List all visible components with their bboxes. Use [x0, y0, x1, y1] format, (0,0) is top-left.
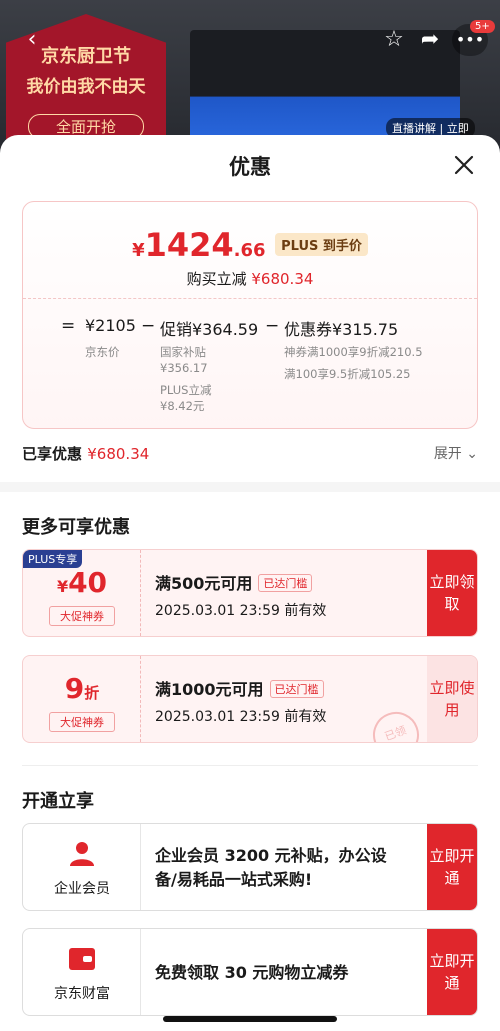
coupon-sub-2: 满100享9.5折减105.25 [284, 367, 411, 381]
jd-price: ¥2105 [85, 316, 136, 335]
discount-sheet: 优惠 ¥1424.66 PLUS 到手价 购买立减 ¥680.34 = ¥210… [0, 135, 500, 1031]
member-card-enterprise: 企业会员 企业会员 3200 元补贴，办公设 备/易耗品一站式采购! 立即开通 [22, 823, 478, 911]
promo-sub-2: PLUS立减 [160, 383, 212, 397]
member-card-jd-finance: 京东财富 免费领取 30 元购物立减券 立即开通 [22, 928, 478, 1016]
section-gap [0, 482, 500, 492]
home-indicator [163, 1016, 337, 1022]
wallet-icon [69, 948, 95, 970]
coupon-sub-1: 神券满1000享9折减210.5 [284, 345, 423, 359]
expand-button[interactable]: 展开 ⌄ [434, 443, 478, 463]
use-coupon-button[interactable]: 立即使用 [427, 656, 477, 742]
promo-sub-1: 国家补贴 [160, 345, 206, 359]
plus-price-tag: PLUS 到手价 [275, 233, 368, 256]
favorite-star-icon[interactable]: ☆ [378, 24, 410, 56]
section-divider [22, 765, 478, 766]
coupon-expiry: 2025.03.01 23:59 前有效 [155, 709, 327, 725]
member-brand-panel: 京东财富 [23, 929, 141, 1015]
close-icon[interactable] [450, 151, 478, 179]
member-name: 企业会员 [54, 881, 110, 897]
coupon-kind-tag: 大促神券 [49, 712, 115, 732]
coupon-kind-tag: 大促神券 [49, 606, 115, 626]
coupon-value-panel: 9折 大促神券 [23, 656, 141, 742]
open-finance-button[interactable]: 立即开通 [427, 929, 477, 1015]
saved-value: ¥680.34 [87, 445, 150, 463]
open-membership-title: 开通立享 [22, 791, 94, 812]
coupon-card-plus: PLUS专享 ¥40 大促神券 满500元可用 已达门槛 2025.03.01 2… [22, 549, 478, 637]
coupon-condition: 满1000元可用 已达门槛 [155, 676, 324, 700]
price-breakdown-card: ¥1424.66 PLUS 到手价 购买立减 ¥680.34 = ¥2105 京… [22, 201, 478, 429]
member-brand-panel: 企业会员 [23, 824, 141, 910]
promo-sub-2-value: ¥8.42元 [160, 399, 205, 413]
promo-sub-1-value: ¥356.17 [160, 361, 208, 375]
promo-total: 促销¥364.59 [160, 320, 259, 339]
card-divider [23, 298, 477, 299]
coupon-total: 优惠券¥315.75 [284, 320, 399, 339]
member-name: 京东财富 [54, 986, 110, 1002]
sheet-title: 优惠 [229, 155, 271, 179]
share-icon[interactable]: ➦ [414, 24, 446, 56]
minus-sign-2: − [265, 316, 280, 336]
reduce-label: 购买立减 [186, 270, 247, 288]
coupon-value-panel: PLUS专享 ¥40 大促神券 [23, 550, 141, 636]
close-button[interactable] [450, 151, 478, 179]
instant-reduce-row: 购买立减 ¥680.34 [23, 268, 477, 289]
member-desc-line-2: 备/易耗品一站式采购! [155, 870, 313, 889]
threshold-reached-tag: 已达门槛 [269, 680, 324, 698]
back-icon[interactable]: ‹ [16, 24, 48, 56]
threshold-reached-tag: 已达门槛 [258, 574, 313, 592]
more-discounts-title: 更多可享优惠 [22, 517, 130, 538]
claimed-stamp: 已领 [366, 705, 426, 742]
final-price-row: ¥1424.66 PLUS 到手价 [23, 226, 477, 264]
saved-summary-row: 已享优惠 ¥680.34 展开 ⌄ [22, 443, 478, 467]
coupon-amount: 9折 [64, 672, 100, 705]
notification-badge: 5+ [470, 20, 495, 33]
reduce-value: ¥680.34 [251, 270, 314, 288]
claim-coupon-button[interactable]: 立即领取 [427, 550, 477, 636]
open-enterprise-button[interactable]: 立即开通 [427, 824, 477, 910]
person-icon [70, 842, 94, 866]
jd-price-label: 京东价 [85, 345, 120, 359]
coupon-amount: ¥40 [56, 566, 108, 599]
member-desc-line-1: 企业会员 3200 元补贴，办公设 [155, 846, 387, 865]
final-price: ¥1424.66 [132, 226, 266, 264]
equals-sign: = [61, 316, 76, 336]
poster-line-2: 我价由我不由天 [26, 77, 146, 97]
member-desc-line-1: 免费领取 30 元购物立减券 [155, 963, 349, 982]
coupon-expiry: 2025.03.01 23:59 前有效 [155, 603, 327, 619]
minus-sign-1: − [141, 316, 156, 336]
coupon-card-discount: 9折 大促神券 满1000元可用 已达门槛 2025.03.01 23:59 前有… [22, 655, 478, 743]
coupon-condition: 满500元可用 已达门槛 [155, 570, 313, 594]
saved-label: 已享优惠 [22, 445, 83, 463]
